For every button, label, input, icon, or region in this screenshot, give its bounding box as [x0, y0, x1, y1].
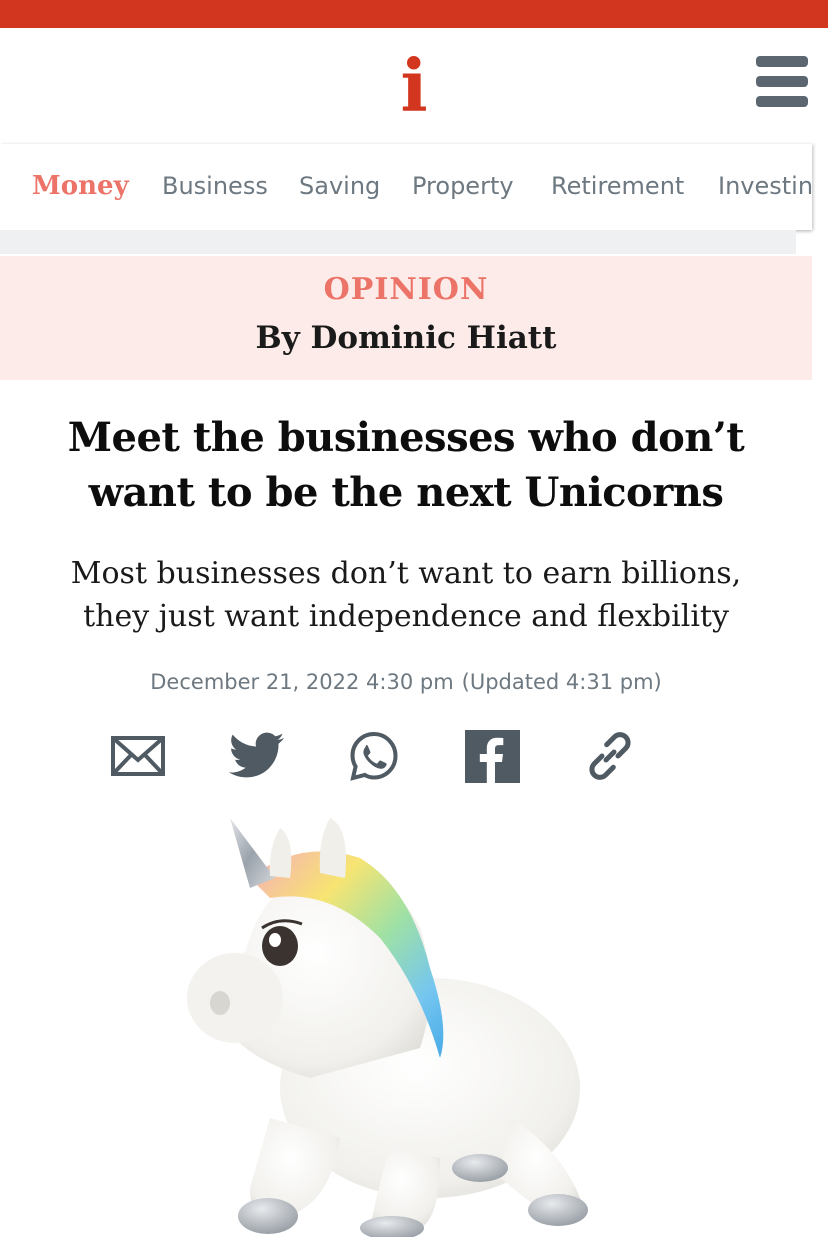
standfirst-line: they just want independence and flexbili…: [83, 599, 729, 634]
nav-item-property[interactable]: Property: [412, 168, 514, 204]
nav-scroll-track: [0, 230, 796, 254]
article-byline[interactable]: By Dominic Hiatt: [0, 320, 812, 356]
publish-date: December 21, 2022 4:30 pm: [150, 670, 454, 694]
facebook-icon[interactable]: [462, 726, 522, 786]
email-icon[interactable]: [108, 726, 168, 786]
article-headline: Meet the businesses who don’t want to be…: [20, 410, 792, 520]
nav-item-investing[interactable]: Investin: [718, 168, 812, 204]
site-logo[interactable]: i: [384, 46, 444, 126]
headline-line: want to be the next Unicorns: [88, 469, 724, 516]
headline-line: Meet the businesses who don’t: [67, 414, 745, 461]
nav-item-retirement[interactable]: Retirement: [551, 168, 684, 204]
section-nav: Money Business Saving Property Retiremen…: [0, 144, 812, 230]
opinion-banner: OPINION By Dominic Hiatt: [0, 256, 812, 380]
nav-item-money[interactable]: Money: [32, 168, 129, 204]
hamburger-menu-icon[interactable]: [756, 56, 810, 108]
link-icon[interactable]: [580, 726, 640, 786]
article-category[interactable]: OPINION: [0, 272, 812, 307]
article-dateline: December 21, 2022 4:30 pm (Updated 4:31 p…: [0, 670, 812, 694]
article-standfirst: Most businesses don’t want to earn billi…: [20, 552, 792, 638]
menu-bar: [756, 76, 808, 87]
updated-date: (Updated 4:31 pm): [461, 670, 662, 694]
site-header: i: [0, 28, 828, 144]
nav-item-saving[interactable]: Saving: [299, 168, 380, 204]
menu-bar: [756, 56, 808, 67]
standfirst-line: Most businesses don’t want to earn billi…: [70, 556, 742, 591]
whatsapp-icon[interactable]: [344, 726, 404, 786]
twitter-icon[interactable]: [227, 726, 287, 786]
article-hero-image: [180, 818, 600, 1240]
nav-item-business[interactable]: Business: [162, 168, 268, 204]
menu-bar: [756, 96, 808, 107]
top-brand-bar: [0, 0, 828, 28]
